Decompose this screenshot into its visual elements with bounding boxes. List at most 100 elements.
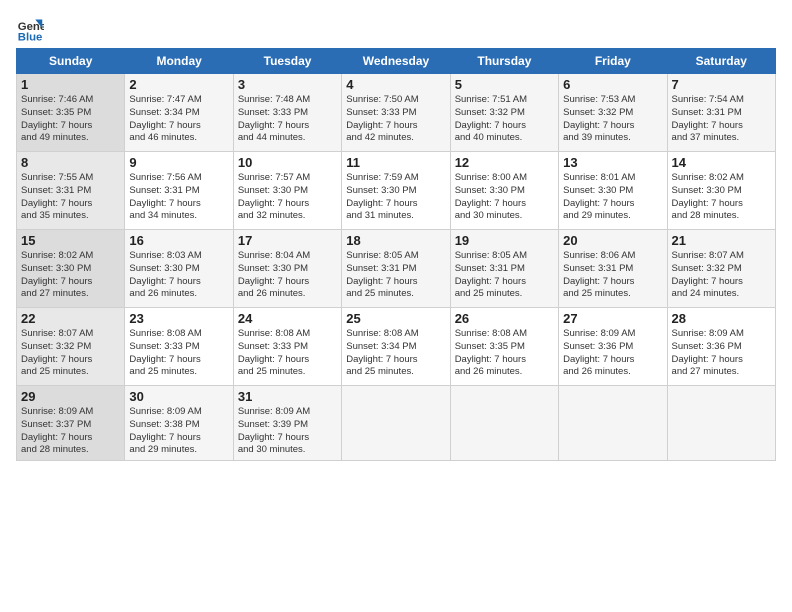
day-detail: Sunrise: 7:59 AM Sunset: 3:30 PM Dayligh…: [346, 172, 445, 223]
calendar-cell: 30 Sunrise: 8:09 AM Sunset: 3:38 PM Dayli…: [125, 386, 233, 461]
calendar-cell: 12 Sunrise: 8:00 AM Sunset: 3:30 PM Dayli…: [450, 152, 558, 230]
calendar-cell: [342, 386, 450, 461]
day-detail: Sunrise: 8:07 AM Sunset: 3:32 PM Dayligh…: [21, 328, 120, 379]
day-number: 18: [346, 233, 445, 248]
day-number: 10: [238, 155, 337, 170]
day-detail: Sunrise: 7:54 AM Sunset: 3:31 PM Dayligh…: [672, 94, 771, 145]
calendar-cell: 22 Sunrise: 8:07 AM Sunset: 3:32 PM Dayli…: [17, 308, 125, 386]
day-detail: Sunrise: 8:00 AM Sunset: 3:30 PM Dayligh…: [455, 172, 554, 223]
calendar-cell: 6 Sunrise: 7:53 AM Sunset: 3:32 PM Daylig…: [559, 74, 667, 152]
calendar-cell: 13 Sunrise: 8:01 AM Sunset: 3:30 PM Dayli…: [559, 152, 667, 230]
logo: General Blue: [16, 16, 48, 44]
day-number: 22: [21, 311, 120, 326]
day-detail: Sunrise: 7:47 AM Sunset: 3:34 PM Dayligh…: [129, 94, 228, 145]
day-number: 26: [455, 311, 554, 326]
day-number: 17: [238, 233, 337, 248]
day-number: 1: [21, 77, 120, 92]
day-number: 23: [129, 311, 228, 326]
calendar-cell: 5 Sunrise: 7:51 AM Sunset: 3:32 PM Daylig…: [450, 74, 558, 152]
day-detail: Sunrise: 8:09 AM Sunset: 3:38 PM Dayligh…: [129, 406, 228, 457]
calendar-cell: 23 Sunrise: 8:08 AM Sunset: 3:33 PM Dayli…: [125, 308, 233, 386]
calendar-cell: 19 Sunrise: 8:05 AM Sunset: 3:31 PM Dayli…: [450, 230, 558, 308]
day-header-friday: Friday: [559, 49, 667, 74]
day-detail: Sunrise: 7:46 AM Sunset: 3:35 PM Dayligh…: [21, 94, 120, 145]
calendar-table: SundayMondayTuesdayWednesdayThursdayFrid…: [16, 48, 776, 461]
svg-text:Blue: Blue: [18, 32, 43, 44]
day-number: 31: [238, 389, 337, 404]
day-number: 20: [563, 233, 662, 248]
day-number: 4: [346, 77, 445, 92]
calendar-cell: 9Sunrise: 7:56 AM Sunset: 3:31 PM Daylig…: [125, 152, 233, 230]
calendar-cell: 31 Sunrise: 8:09 AM Sunset: 3:39 PM Dayli…: [233, 386, 341, 461]
day-detail: Sunrise: 8:07 AM Sunset: 3:32 PM Dayligh…: [672, 250, 771, 301]
calendar-container: General Blue SundayMondayTuesdayWednesda…: [0, 0, 792, 469]
day-number: 25: [346, 311, 445, 326]
day-detail: Sunrise: 7:57 AM Sunset: 3:30 PM Dayligh…: [238, 172, 337, 223]
day-number: 9: [129, 155, 228, 170]
day-header-saturday: Saturday: [667, 49, 775, 74]
day-number: 8: [21, 155, 120, 170]
day-detail: Sunrise: 7:51 AM Sunset: 3:32 PM Dayligh…: [455, 94, 554, 145]
day-number: 30: [129, 389, 228, 404]
day-number: 13: [563, 155, 662, 170]
day-number: 24: [238, 311, 337, 326]
day-number: 5: [455, 77, 554, 92]
header: General Blue: [16, 16, 776, 44]
day-detail: Sunrise: 8:09 AM Sunset: 3:37 PM Dayligh…: [21, 406, 120, 457]
logo-icon: General Blue: [16, 16, 44, 44]
day-detail: Sunrise: 7:55 AM Sunset: 3:31 PM Dayligh…: [21, 172, 120, 223]
day-detail: Sunrise: 7:50 AM Sunset: 3:33 PM Dayligh…: [346, 94, 445, 145]
day-detail: Sunrise: 8:05 AM Sunset: 3:31 PM Dayligh…: [455, 250, 554, 301]
day-header-sunday: Sunday: [17, 49, 125, 74]
calendar-cell: [450, 386, 558, 461]
calendar-cell: 18 Sunrise: 8:05 AM Sunset: 3:31 PM Dayli…: [342, 230, 450, 308]
day-detail: Sunrise: 8:09 AM Sunset: 3:36 PM Dayligh…: [563, 328, 662, 379]
day-number: 16: [129, 233, 228, 248]
day-number: 12: [455, 155, 554, 170]
day-header-monday: Monday: [125, 49, 233, 74]
calendar-header: SundayMondayTuesdayWednesdayThursdayFrid…: [17, 49, 776, 74]
day-number: 6: [563, 77, 662, 92]
calendar-cell: 1 Sunrise: 7:46 AM Sunset: 3:35 PM Daylig…: [17, 74, 125, 152]
day-detail: Sunrise: 8:09 AM Sunset: 3:36 PM Dayligh…: [672, 328, 771, 379]
day-number: 7: [672, 77, 771, 92]
day-detail: Sunrise: 7:48 AM Sunset: 3:33 PM Dayligh…: [238, 94, 337, 145]
day-detail: Sunrise: 8:08 AM Sunset: 3:33 PM Dayligh…: [238, 328, 337, 379]
calendar-cell: [667, 386, 775, 461]
calendar-cell: 3 Sunrise: 7:48 AM Sunset: 3:33 PM Daylig…: [233, 74, 341, 152]
day-number: 19: [455, 233, 554, 248]
calendar-cell: 25 Sunrise: 8:08 AM Sunset: 3:34 PM Dayli…: [342, 308, 450, 386]
day-header-tuesday: Tuesday: [233, 49, 341, 74]
calendar-cell: 26Sunrise: 8:08 AM Sunset: 3:35 PM Dayli…: [450, 308, 558, 386]
day-detail: Sunrise: 8:04 AM Sunset: 3:30 PM Dayligh…: [238, 250, 337, 301]
day-detail: Sunrise: 8:03 AM Sunset: 3:30 PM Dayligh…: [129, 250, 228, 301]
day-number: 29: [21, 389, 120, 404]
day-number: 15: [21, 233, 120, 248]
calendar-cell: 20 Sunrise: 8:06 AM Sunset: 3:31 PM Dayli…: [559, 230, 667, 308]
day-detail: Sunrise: 8:05 AM Sunset: 3:31 PM Dayligh…: [346, 250, 445, 301]
calendar-cell: 27Sunrise: 8:09 AM Sunset: 3:36 PM Dayli…: [559, 308, 667, 386]
calendar-cell: 21 Sunrise: 8:07 AM Sunset: 3:32 PM Dayli…: [667, 230, 775, 308]
day-number: 21: [672, 233, 771, 248]
calendar-cell: 8 Sunrise: 7:55 AM Sunset: 3:31 PM Daylig…: [17, 152, 125, 230]
calendar-cell: 11Sunrise: 7:59 AM Sunset: 3:30 PM Dayli…: [342, 152, 450, 230]
day-detail: Sunrise: 8:02 AM Sunset: 3:30 PM Dayligh…: [21, 250, 120, 301]
calendar-cell: 29 Sunrise: 8:09 AM Sunset: 3:37 PM Dayli…: [17, 386, 125, 461]
calendar-cell: 10 Sunrise: 7:57 AM Sunset: 3:30 PM Dayli…: [233, 152, 341, 230]
day-detail: Sunrise: 8:06 AM Sunset: 3:31 PM Dayligh…: [563, 250, 662, 301]
day-detail: Sunrise: 8:02 AM Sunset: 3:30 PM Dayligh…: [672, 172, 771, 223]
calendar-cell: 16 Sunrise: 8:03 AM Sunset: 3:30 PM Dayli…: [125, 230, 233, 308]
day-detail: Sunrise: 8:09 AM Sunset: 3:39 PM Dayligh…: [238, 406, 337, 457]
day-header-thursday: Thursday: [450, 49, 558, 74]
calendar-cell: 7 Sunrise: 7:54 AM Sunset: 3:31 PM Daylig…: [667, 74, 775, 152]
day-detail: Sunrise: 7:53 AM Sunset: 3:32 PM Dayligh…: [563, 94, 662, 145]
day-detail: Sunrise: 8:08 AM Sunset: 3:34 PM Dayligh…: [346, 328, 445, 379]
day-number: 3: [238, 77, 337, 92]
calendar-cell: 14Sunrise: 8:02 AM Sunset: 3:30 PM Dayli…: [667, 152, 775, 230]
calendar-cell: 4 Sunrise: 7:50 AM Sunset: 3:33 PM Daylig…: [342, 74, 450, 152]
day-detail: Sunrise: 8:08 AM Sunset: 3:33 PM Dayligh…: [129, 328, 228, 379]
day-header-wednesday: Wednesday: [342, 49, 450, 74]
calendar-cell: 2Sunrise: 7:47 AM Sunset: 3:34 PM Daylig…: [125, 74, 233, 152]
calendar-cell: [559, 386, 667, 461]
day-detail: Sunrise: 8:01 AM Sunset: 3:30 PM Dayligh…: [563, 172, 662, 223]
